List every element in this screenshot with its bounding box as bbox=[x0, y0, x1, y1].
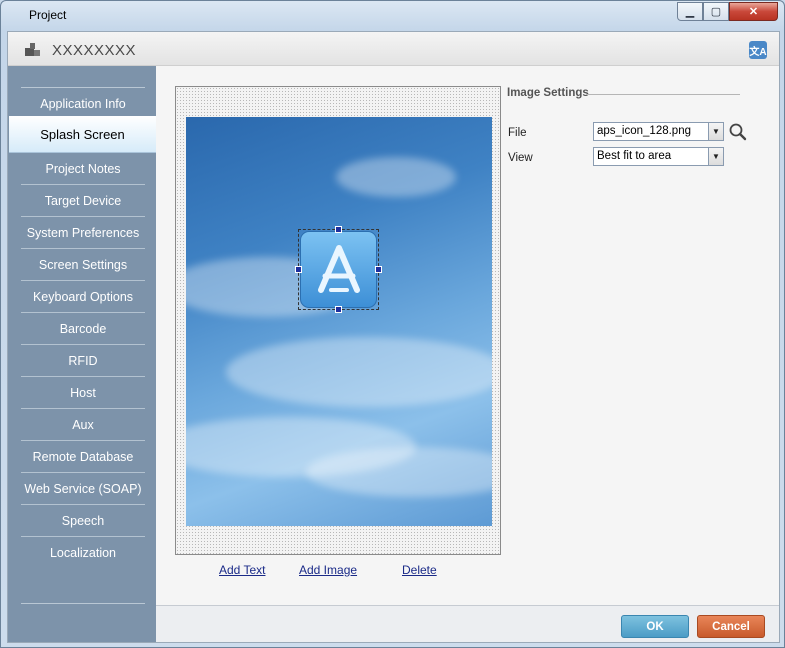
window-title: Project bbox=[29, 8, 67, 22]
resize-handle-top[interactable] bbox=[335, 226, 342, 233]
close-icon: ✕ bbox=[748, 6, 759, 18]
sidebar-divider bbox=[21, 603, 145, 604]
sidebar-item-host[interactable]: Host bbox=[21, 377, 145, 409]
add-image-link[interactable]: Add Image bbox=[299, 563, 357, 577]
image-settings-title: Image Settings bbox=[507, 87, 589, 99]
main-panel: Add Text Add Image Delete Image Settings… bbox=[156, 66, 779, 605]
sidebar-item-project-notes[interactable]: Project Notes bbox=[21, 153, 145, 185]
view-label: View bbox=[508, 152, 533, 164]
sidebar-item-barcode[interactable]: Barcode bbox=[21, 313, 145, 345]
chevron-down-icon[interactable]: ▼ bbox=[708, 148, 723, 165]
file-select-value: aps_icon_128.png bbox=[597, 125, 691, 137]
add-text-link[interactable]: Add Text bbox=[219, 563, 265, 577]
view-select[interactable]: Best fit to area ▼ bbox=[593, 147, 724, 166]
cancel-button[interactable]: Cancel bbox=[697, 615, 765, 638]
close-button[interactable]: ✕ bbox=[729, 2, 778, 21]
resize-handle-bottom[interactable] bbox=[335, 306, 342, 313]
splash-background-image[interactable] bbox=[186, 117, 492, 526]
project-window: Project ▁ ▢ ✕ XXXXXXXX 文A Application In… bbox=[0, 0, 785, 648]
sidebar-item-aux[interactable]: Aux bbox=[21, 409, 145, 441]
sidebar-item-keyboard-options[interactable]: Keyboard Options bbox=[21, 281, 145, 313]
maximize-icon: ▢ bbox=[710, 6, 722, 18]
sidebar-item-speech[interactable]: Speech bbox=[21, 505, 145, 537]
resize-handle-left[interactable] bbox=[295, 266, 302, 273]
sidebar-item-system-preferences[interactable]: System Preferences bbox=[21, 217, 145, 249]
title-bar[interactable]: Project ▁ ▢ ✕ bbox=[1, 1, 784, 29]
sidebar-item-target-device[interactable]: Target Device bbox=[21, 185, 145, 217]
splash-preview-canvas[interactable] bbox=[175, 86, 501, 555]
cloud-shape bbox=[306, 447, 492, 497]
sidebar: Application Info Splash Screen Project N… bbox=[8, 66, 156, 642]
divider bbox=[587, 94, 740, 95]
view-select-value: Best fit to area bbox=[597, 150, 672, 162]
maximize-button[interactable]: ▢ bbox=[703, 2, 729, 21]
file-label: File bbox=[508, 127, 527, 139]
client-area: XXXXXXXX 文A Application Info Splash Scre… bbox=[7, 31, 780, 643]
project-name: XXXXXXXX bbox=[52, 42, 137, 59]
delete-link[interactable]: Delete bbox=[402, 563, 437, 577]
project-header: XXXXXXXX 文A bbox=[8, 32, 779, 66]
sidebar-item-localization[interactable]: Localization bbox=[21, 537, 145, 569]
sidebar-item-rfid[interactable]: RFID bbox=[21, 345, 145, 377]
ok-button[interactable]: OK bbox=[621, 615, 689, 638]
chevron-down-icon[interactable]: ▼ bbox=[708, 123, 723, 140]
translate-icon[interactable]: 文A bbox=[749, 41, 767, 59]
app-store-icon bbox=[317, 244, 360, 293]
dialog-footer: OK Cancel bbox=[156, 605, 779, 642]
project-icon bbox=[25, 43, 40, 56]
minimize-icon: ▁ bbox=[685, 6, 695, 18]
sidebar-item-remote-database[interactable]: Remote Database bbox=[21, 441, 145, 473]
minimize-button[interactable]: ▁ bbox=[677, 2, 703, 21]
cloud-shape bbox=[226, 337, 492, 407]
file-select[interactable]: aps_icon_128.png ▼ bbox=[593, 122, 724, 141]
sidebar-item-web-service[interactable]: Web Service (SOAP) bbox=[21, 473, 145, 505]
cloud-shape bbox=[336, 157, 456, 197]
sidebar-item-screen-settings[interactable]: Screen Settings bbox=[21, 249, 145, 281]
sidebar-item-splash-screen[interactable]: Splash Screen bbox=[9, 116, 156, 153]
app-store-icon[interactable] bbox=[300, 231, 377, 308]
selected-image-frame[interactable] bbox=[295, 226, 382, 313]
resize-handle-right[interactable] bbox=[375, 266, 382, 273]
magnifier-icon[interactable] bbox=[728, 122, 748, 142]
